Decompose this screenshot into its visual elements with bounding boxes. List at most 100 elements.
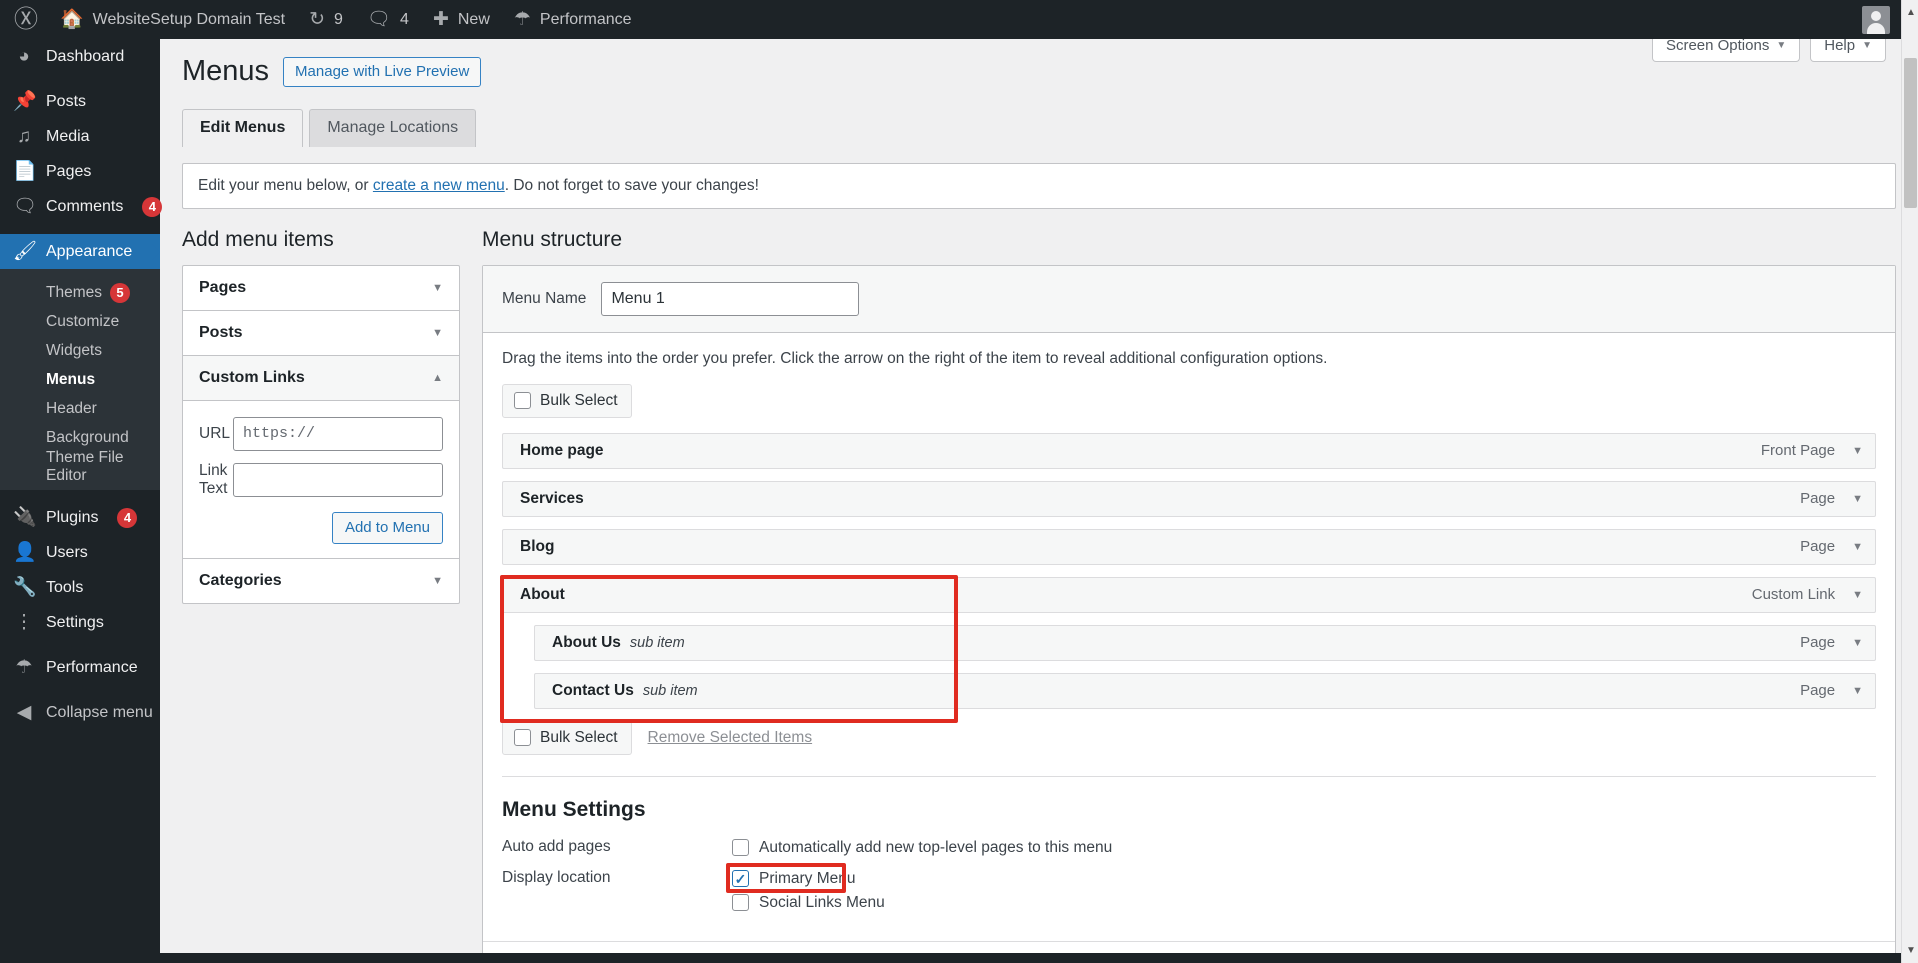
notice-prefix: Edit your menu below, or bbox=[198, 176, 373, 194]
chevron-down-icon: ▼ bbox=[432, 574, 443, 587]
location-primary-menu-option[interactable]: Primary Menu bbox=[732, 867, 885, 891]
sidebar-item-label: Appearance bbox=[46, 242, 133, 260]
settings-icon: ⋮ bbox=[14, 612, 34, 633]
new-content-button[interactable]: ✚ New bbox=[421, 0, 502, 39]
scrollbar-thumb[interactable] bbox=[1904, 58, 1917, 208]
admin-bar: Ⓧ 🏠 WebsiteSetup Domain Test ↻ 9 🗨 4 ✚ N… bbox=[0, 0, 1918, 39]
accordion-posts[interactable]: Posts ▼ bbox=[183, 311, 459, 356]
menu-item-blog[interactable]: Blog Page ▼ bbox=[502, 528, 1876, 565]
sidebar-item-comments[interactable]: 🗨 Comments 4 bbox=[0, 189, 163, 224]
tab-edit-menus[interactable]: Edit Menus bbox=[182, 108, 304, 147]
link-text-input[interactable] bbox=[233, 462, 443, 497]
chevron-down-icon[interactable]: ▼ bbox=[1852, 445, 1863, 457]
add-to-menu-button[interactable]: Add to Menu bbox=[331, 511, 443, 544]
sidebar-item-performance[interactable]: ☂ Performance bbox=[0, 650, 160, 685]
bulk-select-bottom-button[interactable]: Bulk Select bbox=[502, 720, 632, 755]
auto-add-pages-option[interactable]: Automatically add new top-level pages to… bbox=[732, 836, 1112, 860]
chevron-down-icon[interactable]: ▼ bbox=[1852, 541, 1863, 553]
sidebar-item-label: Posts bbox=[46, 92, 87, 110]
sidebar-item-label: Pages bbox=[46, 162, 92, 180]
menu-item-services[interactable]: Services Page ▼ bbox=[502, 480, 1876, 517]
tab-manage-locations[interactable]: Manage Locations bbox=[309, 108, 477, 147]
site-name-button[interactable]: 🏠 WebsiteSetup Domain Test bbox=[48, 0, 297, 39]
sidebar-item-plugins[interactable]: 🔌 Plugins 4 bbox=[0, 500, 160, 535]
sidebar-item-theme-file-editor[interactable]: Theme File Editor bbox=[0, 449, 160, 484]
sidebar-item-menus[interactable]: Menus bbox=[0, 365, 160, 394]
help-button[interactable]: Help ▼ bbox=[1810, 39, 1886, 62]
menu-item-title: About bbox=[520, 585, 565, 603]
menu-item-about-us[interactable]: About Us sub item Page ▼ bbox=[534, 624, 1876, 661]
sidebar-item-header[interactable]: Header bbox=[0, 394, 160, 423]
updates-button[interactable]: ↻ 9 bbox=[297, 0, 355, 39]
sidebar-item-label: Tools bbox=[46, 578, 84, 596]
submenu-label: Widgets bbox=[46, 341, 102, 359]
bulk-select-top-button[interactable]: Bulk Select bbox=[502, 383, 632, 418]
sidebar-item-widgets[interactable]: Widgets bbox=[0, 336, 160, 365]
comments-count: 4 bbox=[400, 10, 409, 28]
performance-label: Performance bbox=[539, 10, 632, 28]
submenu-label: Themes bbox=[46, 283, 102, 301]
menu-item-type: Page bbox=[1800, 682, 1836, 700]
accordion-label: Pages bbox=[199, 278, 247, 296]
sidebar-item-label: Performance bbox=[46, 658, 138, 676]
screen-options-button[interactable]: Screen Options ▼ bbox=[1651, 39, 1801, 62]
accordion-custom-links[interactable]: Custom Links ▲ bbox=[183, 355, 459, 401]
page-scrollbar[interactable]: ▲ ▼ bbox=[1901, 0, 1918, 963]
bulk-select-top-checkbox[interactable] bbox=[514, 392, 531, 410]
link-text-field-row: Link Text bbox=[199, 462, 443, 498]
primary-menu-checkbox[interactable] bbox=[732, 870, 749, 888]
auto-add-pages-checkbox[interactable] bbox=[732, 839, 749, 857]
menu-item-title: Services bbox=[520, 489, 584, 507]
sidebar-item-users[interactable]: 👤 Users bbox=[0, 535, 160, 570]
location-social-links-menu-option[interactable]: Social Links Menu bbox=[732, 891, 885, 915]
sidebar-item-tools[interactable]: 🔧 Tools bbox=[0, 570, 160, 605]
menu-name-row: Menu Name bbox=[483, 265, 1895, 333]
remove-selected-items-link[interactable]: Remove Selected Items bbox=[648, 729, 813, 747]
media-icon: ♫ bbox=[16, 126, 32, 147]
manage-with-live-preview-button[interactable]: Manage with Live Preview bbox=[283, 56, 482, 87]
sidebar-item-pages[interactable]: 📄 Pages bbox=[0, 154, 160, 189]
appearance-submenu: Themes 5 Customize Widgets Menus Header … bbox=[0, 269, 160, 490]
comment-icon: 🗨 bbox=[13, 196, 38, 217]
chevron-down-icon[interactable]: ▼ bbox=[1852, 685, 1863, 697]
sidebar-item-themes[interactable]: Themes 5 bbox=[0, 278, 160, 307]
sidebar-item-label: Dashboard bbox=[46, 47, 125, 65]
create-new-menu-link[interactable]: create a new menu bbox=[373, 177, 505, 194]
menu-item-contact-us[interactable]: Contact Us sub item Page ▼ bbox=[534, 672, 1876, 709]
accordion-label: Categories bbox=[199, 571, 282, 589]
sidebar-item-posts[interactable]: 📌 Posts bbox=[0, 84, 160, 119]
chevron-down-icon[interactable]: ▼ bbox=[1852, 493, 1863, 505]
accordion-categories[interactable]: Categories ▼ bbox=[183, 559, 459, 603]
sidebar-item-dashboard[interactable]: ◕ Dashboard bbox=[0, 39, 160, 74]
menu-name-input[interactable] bbox=[601, 281, 860, 316]
accordion-label: Posts bbox=[199, 323, 243, 341]
menu-item-type: Custom Link bbox=[1751, 586, 1836, 604]
avatar[interactable] bbox=[1862, 5, 1890, 34]
sidebar-item-settings[interactable]: ⋮ Settings bbox=[0, 605, 160, 640]
sidebar-item-appearance[interactable]: 🖌 Appearance bbox=[0, 234, 160, 269]
scroll-down-arrow-icon[interactable]: ▼ bbox=[1906, 945, 1916, 956]
performance-button[interactable]: ☂ Performance bbox=[502, 0, 644, 39]
content-columns: Add menu items Pages ▼ Posts ▼ Custom Li… bbox=[160, 209, 1918, 963]
scroll-up-arrow-icon[interactable]: ▲ bbox=[1906, 7, 1916, 18]
wordpress-logo-button[interactable]: Ⓧ bbox=[0, 0, 48, 39]
collapse-menu-button[interactable]: ◀ Collapse menu bbox=[0, 695, 160, 730]
custom-links-body: URL Link Text Add to Menu bbox=[183, 401, 459, 559]
chevron-down-icon[interactable]: ▼ bbox=[1852, 637, 1863, 649]
menu-item-home-page[interactable]: Home page Front Page ▼ bbox=[502, 432, 1876, 469]
add-menu-items-column: Add menu items Pages ▼ Posts ▼ Custom Li… bbox=[182, 228, 460, 604]
sidebar-item-media[interactable]: ♫ Media bbox=[0, 119, 160, 154]
sidebar-item-customize[interactable]: Customize bbox=[0, 307, 160, 336]
comments-button[interactable]: 🗨 4 bbox=[355, 0, 421, 39]
bulk-select-bottom-checkbox[interactable] bbox=[514, 729, 531, 747]
social-links-menu-checkbox[interactable] bbox=[732, 894, 749, 912]
drag-hint-text: Drag the items into the order you prefer… bbox=[502, 349, 1328, 367]
chevron-down-icon[interactable]: ▼ bbox=[1852, 589, 1863, 601]
accordion-pages[interactable]: Pages ▼ bbox=[183, 266, 459, 311]
menu-item-about[interactable]: About Custom Link ▼ bbox=[502, 576, 1876, 613]
chevron-up-icon: ▲ bbox=[432, 371, 443, 384]
url-input[interactable] bbox=[233, 416, 443, 451]
